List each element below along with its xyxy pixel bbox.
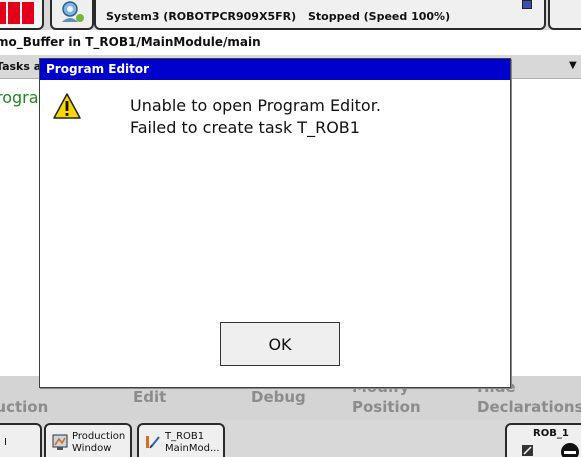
operator-window-icon <box>62 1 84 22</box>
add-instruction-button[interactable]: ruction <box>0 398 48 416</box>
system-name: System3 (ROBOTPCR909X5FR) <box>106 10 297 23</box>
taskbar-item-program-editor[interactable]: T_ROB1 MainMod... <box>137 423 225 457</box>
controller-state: Stopped (Speed 100%) <box>308 10 451 23</box>
quickset-rob1-button[interactable]: ROB_1 <box>505 423 581 457</box>
program-editor-icon <box>146 436 160 449</box>
dialog-message-line1: Unable to open Program Editor. <box>130 96 381 115</box>
abb-menu-button[interactable] <box>0 0 44 30</box>
speed-icon <box>561 443 579 457</box>
modify-position-button[interactable]: Position <box>352 398 421 416</box>
taskbar-item-first[interactable]: I <box>0 423 42 457</box>
status-info-panel[interactable]: System3 (ROBOTPCR909X5FR) Stopped (Speed… <box>94 0 546 30</box>
rob-label: ROB_1 <box>533 428 569 439</box>
program-editor-label-line2: MainMod... <box>165 443 220 454</box>
dialog-message: Unable to open Program Editor. Failed to… <box>130 95 381 139</box>
tasks-header-label: Tasks a <box>0 60 42 73</box>
taskbar-item-production-window[interactable]: Production Window <box>44 423 132 457</box>
language-flag-icon <box>522 0 532 9</box>
program-editor-label-line1: T_ROB1 <box>165 431 205 442</box>
status-bar: System3 (ROBOTPCR909X5FR) Stopped (Speed… <box>0 0 581 30</box>
taskbar: I Production Window T_ROB1 MainMod... RO… <box>0 420 581 457</box>
program-text: rogra <box>0 88 39 107</box>
debug-button[interactable]: Debug <box>251 388 306 406</box>
error-dialog: Program Editor Unable to open Program Ed… <box>39 58 511 388</box>
abb-logo <box>0 2 34 24</box>
production-window-label-line1: Production <box>72 431 126 442</box>
breadcrumb-text: mo_Buffer in T_ROB1/MainModule/main <box>0 35 261 49</box>
robot-mechanical-unit-icon <box>522 445 533 456</box>
breadcrumb: mo_Buffer in T_ROB1/MainModule/main <box>0 31 581 54</box>
warning-icon <box>53 93 81 119</box>
taskbar-item-first-label: I <box>4 437 7 448</box>
ok-button[interactable]: OK <box>220 322 340 366</box>
hide-declarations-button[interactable]: Declarations <box>477 398 581 416</box>
dialog-title: Program Editor <box>40 59 510 80</box>
close-button[interactable] <box>548 0 581 30</box>
production-window-label-line2: Window <box>72 443 112 454</box>
dialog-message-line2: Failed to create task T_ROB1 <box>130 118 360 137</box>
dropdown-arrow-icon[interactable]: ▼ <box>569 60 577 71</box>
edit-button[interactable]: Edit <box>133 388 166 406</box>
operator-window-button[interactable] <box>50 0 94 30</box>
production-window-icon <box>52 434 68 450</box>
